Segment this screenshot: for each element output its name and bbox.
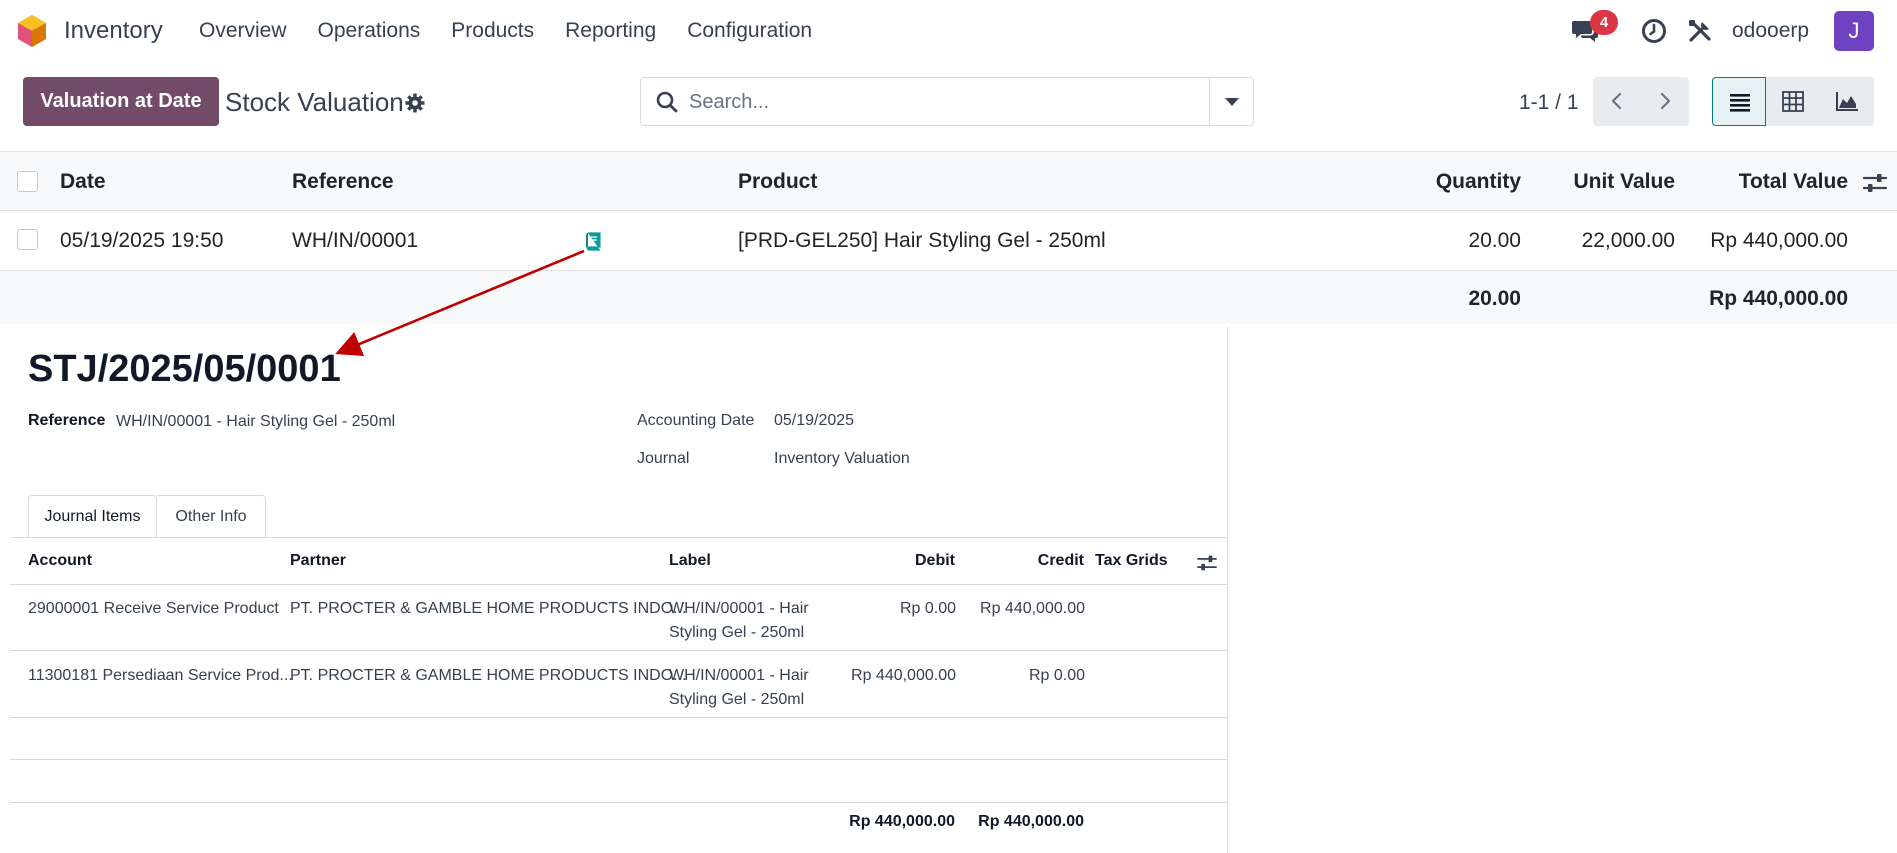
menu-item-configuration[interactable]: Configuration (687, 19, 812, 43)
pivot-view-icon (1782, 91, 1804, 112)
cell-partner: PT. PROCTER & GAMBLE HOME PRODUCTS INDO.… (290, 600, 687, 617)
journal-value[interactable]: Inventory Valuation (774, 450, 910, 468)
empty-row (10, 718, 1228, 760)
cell-unit-value: 22,000.00 (1581, 229, 1675, 252)
tools-icon[interactable] (1687, 18, 1713, 44)
column-header-account[interactable]: Account (28, 552, 92, 570)
journal-entry-form: STJ/2025/05/0001 Reference WH/IN/00001 -… (10, 327, 1228, 853)
cell-label-line-2: Styling Gel - 250ml (669, 691, 805, 708)
total-credit: Rp 440,000.00 (978, 813, 1084, 830)
journal-entry-name: STJ/2025/05/0001 (28, 348, 341, 390)
tab-divider (10, 537, 1228, 538)
menu-item-reporting[interactable]: Reporting (565, 19, 656, 43)
book-icon[interactable] (584, 232, 602, 251)
menu-item-operations[interactable]: Operations (318, 19, 421, 43)
reference-label: Reference (28, 412, 106, 429)
app-logo-icon[interactable] (17, 14, 47, 48)
total-value: Rp 440,000.00 (1709, 287, 1848, 310)
cell-label-line-2: Styling Gel - 250ml (669, 624, 805, 641)
accounting-date-label: Accounting Date (637, 412, 755, 429)
menu-item-overview[interactable]: Overview (199, 19, 287, 43)
journal-item-row[interactable]: 11300181 Persediaan Service Prod... PT. … (10, 651, 1228, 718)
tab-other-info[interactable]: Other Info (157, 495, 266, 538)
optional-columns-icon[interactable] (1197, 554, 1217, 572)
pager-value[interactable]: 1-1 / 1 (1519, 91, 1579, 115)
cell-quantity: 20.00 (1468, 229, 1521, 252)
journal-label: Journal (637, 450, 690, 467)
cell-account: 29000001 Receive Service Product (28, 600, 279, 617)
pivot-view-button[interactable] (1766, 77, 1820, 126)
search-options-toggle[interactable] (1209, 78, 1253, 125)
user-avatar[interactable]: J (1834, 11, 1874, 51)
optional-columns-icon[interactable] (1863, 172, 1887, 194)
caret-down-icon (1225, 98, 1239, 106)
column-header-date[interactable]: Date (60, 170, 106, 194)
reference-value[interactable]: WH/IN/00001 - Hair Styling Gel - 250ml (116, 413, 395, 431)
cell-debit: Rp 0.00 (899, 600, 956, 617)
chat-badge: 4 (1590, 10, 1618, 35)
page-title: Stock Valuation (225, 87, 404, 117)
valuation-at-date-button[interactable]: Valuation at Date (23, 77, 219, 126)
chevron-right-icon (1660, 92, 1671, 110)
total-quantity: 20.00 (1468, 287, 1521, 310)
column-header-reference[interactable]: Reference (292, 170, 394, 194)
total-debit: Rp 440,000.00 (849, 813, 955, 830)
column-header-debit[interactable]: Debit (915, 552, 955, 570)
list-footer-totals: 20.00 Rp 440,000.00 (0, 271, 1897, 324)
column-header-total-value[interactable]: Total Value (1739, 170, 1848, 194)
cell-date: 05/19/2025 19:50 (60, 229, 224, 252)
search-input[interactable] (689, 87, 1189, 117)
list-header: Date Reference Product Quantity Unit Val… (0, 151, 1897, 211)
graph-view-icon (1836, 92, 1858, 111)
chevron-left-icon (1611, 92, 1622, 110)
graph-view-button[interactable] (1820, 77, 1874, 126)
column-header-partner[interactable]: Partner (290, 552, 346, 570)
cell-label-line-1: WH/IN/00001 - Hair (669, 600, 809, 617)
search-icon (656, 91, 678, 113)
row-checkbox[interactable] (17, 229, 38, 250)
top-navbar: Inventory Overview Operations Products R… (0, 0, 1897, 62)
list-view-button[interactable] (1712, 77, 1766, 126)
column-header-product[interactable]: Product (738, 170, 817, 194)
accounting-date-value[interactable]: 05/19/2025 (774, 412, 854, 430)
main-menu: Overview Operations Products Reporting C… (199, 19, 843, 43)
column-header-quantity[interactable]: Quantity (1436, 170, 1521, 194)
database-name[interactable]: odooerp (1732, 19, 1809, 43)
list-view-icon (1730, 94, 1750, 112)
cell-debit: Rp 440,000.00 (851, 667, 956, 684)
app-name[interactable]: Inventory (64, 17, 163, 45)
pager-previous-button[interactable] (1593, 77, 1641, 126)
select-all-checkbox[interactable] (17, 171, 38, 192)
gear-icon[interactable] (404, 92, 426, 114)
search-bar (640, 77, 1254, 126)
journal-item-row[interactable]: 29000001 Receive Service Product PT. PRO… (10, 584, 1228, 651)
empty-row (10, 760, 1228, 803)
cell-total-value: Rp 440,000.00 (1710, 229, 1848, 252)
cell-partner: PT. PROCTER & GAMBLE HOME PRODUCTS INDO.… (290, 667, 687, 684)
cell-reference: WH/IN/00001 (292, 229, 419, 252)
cell-credit: Rp 440,000.00 (980, 600, 1085, 617)
column-header-credit[interactable]: Credit (1038, 552, 1084, 570)
column-header-label[interactable]: Label (669, 552, 711, 570)
menu-item-products[interactable]: Products (451, 19, 534, 43)
pager-next-button[interactable] (1641, 77, 1689, 126)
column-header-tax-grids[interactable]: Tax Grids (1095, 552, 1168, 570)
tab-journal-items[interactable]: Journal Items (28, 495, 157, 538)
clock-icon[interactable] (1641, 18, 1667, 44)
cell-label-line-1: WH/IN/00001 - Hair (669, 667, 809, 684)
column-header-unit-value[interactable]: Unit Value (1573, 170, 1675, 194)
cell-credit: Rp 0.00 (1028, 667, 1085, 684)
table-row[interactable]: 05/19/2025 19:50 WH/IN/00001 [PRD-GEL250… (0, 211, 1897, 271)
cell-product: [PRD-GEL250] Hair Styling Gel - 250ml (738, 229, 1106, 252)
cell-account: 11300181 Persediaan Service Prod... (28, 667, 293, 684)
